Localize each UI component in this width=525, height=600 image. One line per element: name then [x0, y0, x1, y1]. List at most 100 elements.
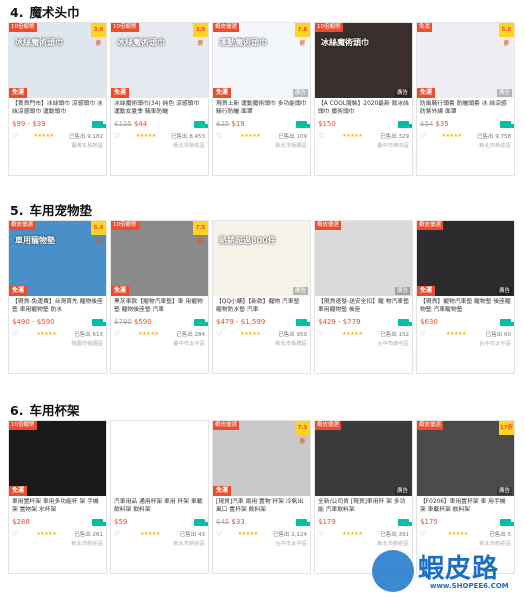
promo-badge: 10倍蝦幣 — [9, 421, 37, 430]
product-title[interactable]: 全新/公司貨 [現貨]車用杯 架 多功能 汽車飲料架 — [318, 498, 409, 514]
image-caption: 冰絲魔術頭巾 — [321, 38, 369, 47]
product-image[interactable]: 蝦皮優選 17折 廣告 — [417, 421, 514, 496]
free-shipping-tag: 免運 — [111, 286, 130, 296]
promo-badge: 10倍蝦幣 — [111, 221, 139, 230]
product-card[interactable]: 10倍蝦幣 免運 車用置杯架 車用多功能杯 架 手機架 置物架 水杯架 $288… — [8, 420, 107, 574]
sold-count: 已售出 43 — [179, 532, 205, 538]
like-heart-icon[interactable]: ♡ — [318, 132, 324, 140]
product-image[interactable]: 蝦皮優選 廣告 — [315, 221, 412, 296]
product-title[interactable]: 汽車用品 通用杯架 車用 杯架 車載飲料架 飲料架 — [114, 498, 205, 514]
rating-stars-icon: ★★★★★ — [33, 133, 54, 139]
product-info: 黑灰車款【寵物汽車墊】車 用寵物墊 寵物後座墊 汽車 $790 $590 ♡ ★★… — [111, 296, 208, 348]
product-card[interactable]: 免運 5.5折 免運 廣告 防風騎行頭套 防曬頭套 冰 絲涼感 防紫外線 面罩 … — [416, 22, 515, 176]
meta-row: ♡ ★★★★★ 已售出 2,124 — [216, 530, 307, 538]
product-card[interactable]: 車用寵物墊 蝦皮優選 5.4折 免運 【現貨-免運費】台灣首先 寵物後座墊 車用… — [8, 220, 107, 374]
product-image[interactable]: 10倍蝦幣 免運 — [9, 421, 106, 496]
product-card[interactable]: 蝦皮優選 免運 廣告 【現貨】寵物汽車墊 寵物墊 後座寵物墊 汽車寵物墊 $63… — [416, 220, 515, 374]
product-image[interactable]: 冰絲魔術頭巾 10倍蝦幣 3.9折 免運 — [9, 23, 106, 98]
section-magic-scarf: 4. 魔术头巾 冰絲魔術頭巾 10倍蝦幣 3.9折 免運 【賣貨門市】冰絲頭巾 涼… — [8, 4, 518, 176]
like-heart-icon[interactable]: ♡ — [12, 330, 18, 338]
shipping-truck-icon — [398, 120, 412, 128]
meta-row: ♡ ★★★★★ 已售出 329 — [318, 132, 409, 140]
product-title[interactable]: 【現貨】寵物汽車墊 寵物墊 後座寵物墊 汽車寵物墊 — [420, 298, 511, 314]
like-heart-icon[interactable]: ♡ — [12, 132, 18, 140]
ad-label: 廣告 — [496, 89, 512, 97]
product-image[interactable]: 免運 5.5折 免運 廣告 — [417, 23, 514, 98]
product-title[interactable]: 【現貨-免運費】台灣首先 寵物後座墊 車用寵物墊 防水 — [12, 298, 103, 314]
like-heart-icon[interactable]: ♡ — [114, 132, 120, 140]
product-card[interactable]: 汽車用品 通用杯架 車用 杯架 車載飲料架 飲料架 $59 ♡ ★★★★★ 已售… — [110, 420, 209, 574]
meta-row: ♡ ★★★★★ 已售出 9,182 — [12, 132, 103, 140]
price: $54 $35 — [420, 120, 449, 128]
price: $25 $19 — [216, 120, 245, 128]
shipping-truck-icon — [194, 518, 208, 526]
product-card[interactable]: 運動魔術頭巾 蝦皮優選 7.6折 免運 廣告 現貨上新 運動魔術頭巾 多功能頭巾… — [212, 22, 311, 176]
product-title[interactable]: 防風騎行頭套 防曬頭套 冰 絲涼感 防紫外線 面罩 — [420, 100, 511, 116]
sale-price: $179 — [318, 518, 336, 526]
product-info: 全新/公司貨 [現貨]車用杯 架 多功能 汽車飲料架 $179 ♡ ★★★★★ … — [315, 496, 412, 548]
product-title[interactable]: 【F0206】車用置杯架 車 用手機架 車載杯架 飲料架 — [420, 498, 511, 514]
product-image[interactable]: 蝦皮優選 免運 廣告 — [417, 221, 514, 296]
free-shipping-tag: 免運 — [417, 88, 436, 98]
meta-row: ♡ ★★★★★ 已售出 152 — [318, 330, 409, 338]
product-title[interactable]: 【現貨速發-送安全扣】寵 物汽車墊 車用寵物墊 後座 — [318, 298, 409, 314]
product-title[interactable]: 現貨上新 運動魔術頭巾 多功能頭巾 騎行防曬 面罩 — [216, 100, 307, 116]
image-caption: 熱銷超過800件 — [219, 236, 276, 245]
price-row: $790 $590 — [114, 317, 208, 327]
product-card[interactable]: 10倍蝦幣 7.5折 免運 黑灰車款【寵物汽車墊】車 用寵物墊 寵物後座墊 汽車… — [110, 220, 209, 374]
like-heart-icon[interactable]: ♡ — [318, 530, 324, 538]
sold-count: 已售出 261 — [74, 532, 103, 538]
product-image[interactable]: 冰絲魔術頭巾 10倍蝦幣 廣告 — [315, 23, 412, 98]
like-heart-icon[interactable]: ♡ — [12, 530, 18, 538]
original-price: $25 — [216, 120, 230, 128]
like-heart-icon[interactable]: ♡ — [114, 330, 120, 338]
free-shipping-tag: 免運 — [213, 486, 232, 496]
product-card[interactable]: 冰絲魔術頭巾 10倍蝦幣 3.9折 免運 冰絲魔術頭巾(34) 純色 涼感頭巾 … — [110, 22, 209, 176]
product-image[interactable]: 蝦皮優選 廣告 — [315, 421, 412, 496]
product-info: 【A COOL服裝】2020最新 款冰絲頭巾 魔術頭巾 $150 ♡ ★★★★★… — [315, 98, 412, 150]
like-heart-icon[interactable]: ♡ — [216, 330, 222, 338]
section-number: 5. — [10, 203, 24, 218]
product-title[interactable]: 【賣貨門市】冰絲頭巾 涼感頭巾 冰絲涼感頭巾 運動頭巾 — [12, 100, 103, 116]
shipping-truck-icon — [92, 518, 106, 526]
product-card[interactable]: 蝦皮優選 7.3折 免運 [現貨]汽車 兩用 置物 杯架 冷氣出風口 置杯架 飲… — [212, 420, 311, 574]
watermark-text: 蝦皮路 — [418, 554, 500, 584]
like-heart-icon[interactable]: ♡ — [216, 132, 222, 140]
product-image[interactable]: 10倍蝦幣 7.5折 免運 — [111, 221, 208, 296]
sold-count: 已售出 5 — [489, 532, 511, 538]
original-price: $790 — [114, 318, 132, 326]
like-heart-icon[interactable]: ♡ — [114, 530, 120, 538]
product-image[interactable]: 運動魔術頭巾 蝦皮優選 7.6折 免運 廣告 — [213, 23, 310, 98]
like-heart-icon[interactable]: ♡ — [420, 330, 426, 338]
section-heading: 4. 魔术头巾 — [8, 4, 518, 22]
product-image-fill — [315, 23, 412, 98]
product-card[interactable]: 冰絲魔術頭巾 10倍蝦幣 3.9折 免運 【賣貨門市】冰絲頭巾 涼感頭巾 冰絲涼… — [8, 22, 107, 176]
shipping-truck-icon — [92, 318, 106, 326]
product-card[interactable]: 冰絲魔術頭巾 10倍蝦幣 廣告 【A COOL服裝】2020最新 款冰絲頭巾 魔… — [314, 22, 413, 176]
ad-label: 廣告 — [292, 89, 308, 97]
product-image[interactable]: 蝦皮優選 7.3折 免運 — [213, 421, 310, 496]
price-row: $59 — [114, 517, 208, 527]
product-card[interactable]: 熱銷超過800件 廣告 【QQ小舖】【新款】寵物 汽車墊 寵物防水墊 汽車 $4… — [212, 220, 311, 374]
sale-price: $490 - $590 — [12, 318, 55, 326]
original-price: $125 — [114, 120, 132, 128]
seller-location: 臺灣本島地區 — [71, 143, 103, 149]
price: $45 $33 — [216, 518, 245, 526]
like-heart-icon[interactable]: ♡ — [420, 530, 426, 538]
rating-stars-icon: ★★★★★ — [446, 331, 466, 337]
product-info: 防風騎行頭套 防曬頭套 冰 絲涼感 防紫外線 面罩 $54 $35 ♡ ★★★★★… — [417, 98, 514, 150]
product-title[interactable]: [現貨]汽車 兩用 置物 杯架 冷氣出風口 置杯架 飲料架 — [216, 498, 307, 514]
like-heart-icon[interactable]: ♡ — [318, 330, 324, 338]
like-heart-icon[interactable]: ♡ — [420, 132, 426, 140]
product-title[interactable]: 黑灰車款【寵物汽車墊】車 用寵物墊 寵物後座墊 汽車 — [114, 298, 205, 314]
product-image[interactable]: 熱銷超過800件 廣告 — [213, 221, 310, 296]
like-heart-icon[interactable]: ♡ — [216, 530, 222, 538]
product-card[interactable]: 蝦皮優選 廣告 【現貨速發-送安全扣】寵 物汽車墊 車用寵物墊 後座 $429 … — [314, 220, 413, 374]
product-title[interactable]: 【A COOL服裝】2020最新 款冰絲頭巾 魔術頭巾 — [318, 100, 409, 116]
product-image[interactable]: 冰絲魔術頭巾 10倍蝦幣 3.9折 免運 — [111, 23, 208, 98]
product-title[interactable]: 車用置杯架 車用多功能杯 架 手機架 置物架 水杯架 — [12, 498, 103, 514]
product-image[interactable] — [111, 421, 208, 496]
product-image[interactable]: 車用寵物墊 蝦皮優選 5.4折 免運 — [9, 221, 106, 296]
product-title[interactable]: 冰絲魔術頭巾(34) 純色 涼感頭巾 運動女夏季 騎車防曬 — [114, 100, 205, 116]
product-title[interactable]: 【QQ小舖】【新款】寵物 汽車墊 寵物防水墊 汽車 — [216, 298, 307, 314]
